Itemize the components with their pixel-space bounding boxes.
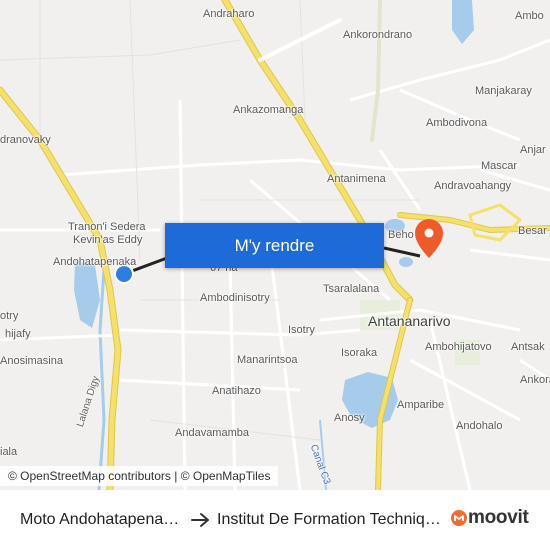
map-label-ankorondrano: Ankorondrano — [343, 29, 413, 41]
map-label-hijafy: hijafy — [5, 328, 31, 340]
map-label-andohatapenaka: Andohatapenaka — [53, 256, 137, 268]
map-label-dranovaky: dranovaky — [0, 134, 51, 146]
map-label-manarintsoa: Manarintsoa — [237, 354, 298, 366]
destination-name: Institut De Formation Technique — [217, 511, 442, 528]
map-label-anosimasina: Anosimasina — [0, 355, 63, 367]
map-label-beho: Beho — [388, 229, 414, 241]
map-label-anjar: Anjar — [520, 144, 546, 156]
route-line-destination — [383, 246, 421, 258]
brand-name: moovit — [468, 507, 529, 528]
map-label-antananarivo: Antananarivo — [368, 313, 451, 329]
map-label-mascar: Mascar — [481, 160, 518, 172]
footer-bar: Moto Andohatapenaka Institut De Formatio… — [0, 490, 550, 550]
route-button[interactable]: M'y rendre — [165, 223, 384, 268]
map-label-antsak: Antsak — [511, 341, 545, 353]
map-label-tsaralalana: Tsaralalana — [323, 283, 380, 295]
map-label-ambohijatovo: Ambohijatovo — [425, 341, 492, 353]
arrow-right-icon — [191, 513, 209, 527]
map-attribution[interactable]: © OpenStreetMap contributors | © OpenMap… — [0, 466, 279, 486]
map-label-isoraka: Isoraka — [341, 347, 378, 359]
map-label-manjakaray: Manjakaray — [475, 85, 532, 97]
map-label-isotry: Isotry — [288, 324, 315, 336]
map-label-ankazomanga: Ankazomanga — [233, 104, 304, 116]
map-label-anosy: Anosy — [334, 412, 365, 424]
map-label-ankora: Ankora — [520, 374, 550, 386]
map-label-andohalo: Andohalo — [456, 420, 503, 432]
map-label-tranon-i-sedera: Tranon'i Sedera — [68, 221, 146, 233]
map-label-ambo: Ambo — [515, 10, 544, 22]
destination-pin-icon[interactable] — [415, 219, 443, 258]
map-label-besar: Besar — [518, 225, 547, 237]
map-label-anatihazo: Anatihazo — [212, 385, 261, 397]
map-view[interactable]: Andraharo Ankorondrano Ambo Manjakaray d… — [0, 0, 550, 490]
map-label-antanimena: Antanimena — [327, 173, 386, 185]
map-label-andavamamba: Andavamamba — [175, 427, 249, 439]
moovit-logo[interactable]: moovit — [450, 507, 529, 529]
moovit-logo-icon — [451, 510, 467, 526]
map-label-andravoahangy: Andravoahangy — [434, 180, 512, 192]
map-label-ambodivona: Ambodivona — [426, 117, 488, 129]
map-label-otry: otry — [0, 310, 19, 322]
map-label-ambodinisotry: Ambodinisotry — [200, 292, 270, 304]
origin-name: Moto Andohatapenaka — [20, 511, 180, 528]
map-label-kevin-as-eddy: Kevin'as Eddy — [73, 234, 143, 246]
lake-west — [74, 260, 100, 328]
lake-north — [452, 0, 474, 44]
map-label-iala: iala — [0, 446, 18, 458]
map-label-amparibe: Amparibe — [397, 399, 445, 411]
map-label-andraharo: Andraharo — [203, 8, 255, 20]
